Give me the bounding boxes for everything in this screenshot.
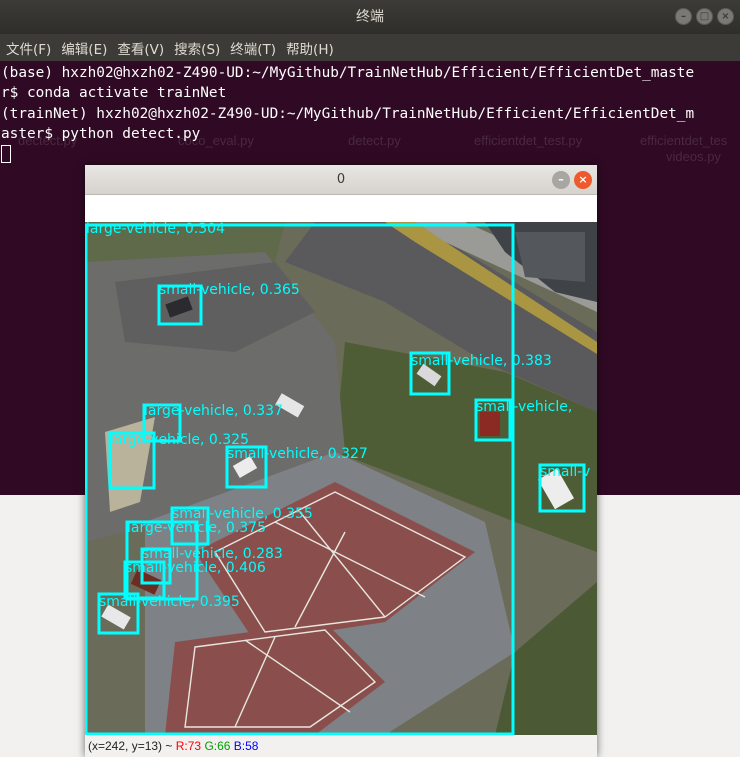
image-status-bar: (x=242, y=13) ~ R:73 G:66 B:58 — [85, 735, 597, 757]
detection-label: large-vehicle, 0.375 — [127, 520, 266, 536]
menu-help[interactable]: 帮助(H) — [286, 38, 334, 58]
detection-label: large-vehicle, 0.337 — [144, 403, 283, 419]
pixel-r-value: R:73 — [175, 739, 202, 753]
close-icon[interactable]: × — [574, 171, 592, 189]
menu-edit[interactable]: 编辑(E) — [61, 38, 107, 58]
detection-label: small-vehicle, 0.395 — [99, 594, 240, 610]
cursor-coords: (x=242, y=13) ~ — [88, 739, 173, 753]
menu-terminal[interactable]: 终端(T) — [230, 38, 276, 58]
menu-view[interactable]: 查看(V) — [117, 38, 164, 58]
terminal-line: aster$ python detect.py — [1, 125, 201, 142]
image-toolbar — [85, 195, 597, 222]
image-window-title: 0 — [336, 172, 346, 187]
menu-search[interactable]: 搜索(S) — [174, 38, 220, 58]
pixel-g-value: G:66 — [204, 739, 231, 753]
terminal-line: (base) hxzh02@hxzh02-Z490-UD:~/MyGithub/… — [1, 65, 695, 81]
image-window: 0 – × large-vehicle, 0.304 small-vehicle… — [85, 165, 597, 757]
window-controls: – □ × — [675, 8, 734, 25]
detection-image[interactable]: large-vehicle, 0.304 small-vehicle, 0.365… — [85, 222, 597, 735]
detection-label: small-v — [540, 464, 590, 480]
terminal-title: 终端 — [356, 9, 384, 25]
terminal-cursor-line — [1, 144, 740, 164]
minimize-icon[interactable]: – — [552, 171, 570, 189]
maximize-icon[interactable]: □ — [696, 8, 713, 25]
detection-label: small-vehicle, 0.406 — [125, 560, 266, 576]
detection-label: small-vehicle, 0.365 — [159, 282, 300, 298]
detection-label: small-vehicle, — [476, 399, 572, 415]
pixel-b-value: B:58 — [233, 739, 259, 753]
house-roof — [515, 232, 585, 282]
menu-file[interactable]: 文件(F) — [6, 38, 51, 58]
detection-label: large-vehicle, 0.304 — [86, 222, 225, 237]
terminal-line: (trainNet) hxzh02@hxzh02-Z490-UD:~/MyGit… — [1, 105, 695, 122]
terminal-titlebar[interactable]: 终端 – □ × — [0, 0, 740, 34]
minimize-icon[interactable]: – — [675, 8, 692, 25]
image-window-controls: – × — [552, 171, 592, 189]
close-icon[interactable]: × — [717, 8, 734, 25]
terminal-line: r$ conda activate trainNet — [1, 85, 227, 102]
terminal-cursor — [1, 145, 11, 164]
terminal-menubar: 文件(F) 编辑(E) 查看(V) 搜索(S) 终端(T) 帮助(H) — [0, 34, 740, 61]
detection-label: small-vehicle, 0.383 — [411, 353, 552, 369]
aerial-image-svg: large-vehicle, 0.304 small-vehicle, 0.365… — [85, 222, 597, 735]
detection-label: small-vehicle, 0.327 — [227, 446, 368, 462]
image-window-titlebar[interactable]: 0 – × — [85, 165, 597, 195]
